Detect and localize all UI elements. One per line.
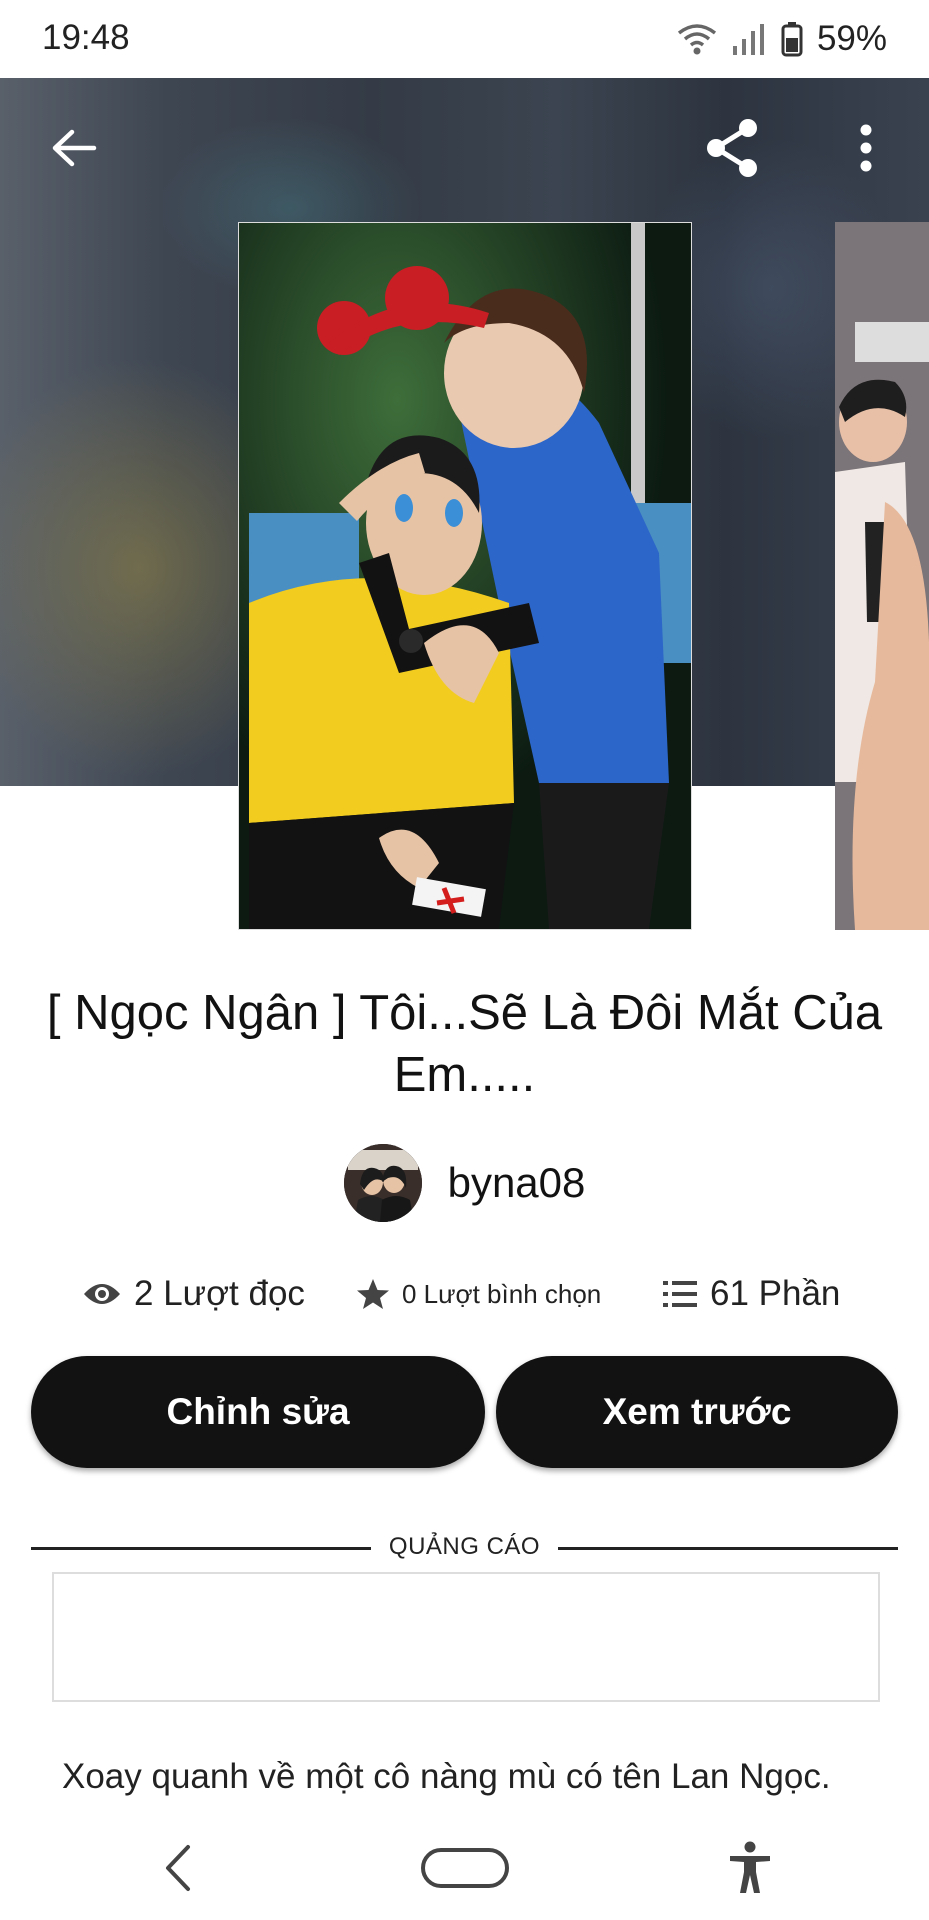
- arrow-left-icon: [52, 129, 97, 167]
- author-name[interactable]: byna08: [448, 1159, 586, 1207]
- ad-divider-right: [558, 1547, 898, 1550]
- story-description: Xoay quanh về một cô nàng mù có tên Lan …: [62, 1757, 831, 1796]
- share-icon: [707, 119, 757, 177]
- wifi-icon: [677, 24, 717, 55]
- star-icon: [357, 1279, 389, 1309]
- status-time: 19:48: [42, 18, 130, 57]
- battery-icon: [781, 22, 803, 57]
- author-row[interactable]: byna08: [0, 1143, 929, 1223]
- story-title: [ Ngọc Ngân ] Tôi...Sẽ Là Đôi Mắt Của Em…: [46, 986, 883, 1102]
- ad-slot[interactable]: [52, 1572, 880, 1702]
- parts-count: 61 Phần: [710, 1274, 841, 1313]
- story-cover[interactable]: [238, 222, 692, 930]
- next-story-cover[interactable]: [835, 222, 929, 930]
- cell-signal-icon: [732, 24, 764, 55]
- votes-stat: 0 Lượt bình chọn: [356, 1268, 601, 1320]
- next-cover-image: [835, 222, 929, 930]
- back-button[interactable]: [36, 110, 112, 186]
- nav-back-button[interactable]: [138, 1828, 218, 1908]
- system-nav-bar: [0, 1808, 929, 1920]
- status-icons: 59%: [677, 18, 887, 60]
- avatar[interactable]: [343, 1144, 422, 1222]
- accessibility-icon: [730, 1841, 770, 1893]
- battery-percent: 59%: [816, 19, 887, 58]
- cover-image: [239, 223, 691, 929]
- more-options-button[interactable]: [828, 110, 904, 186]
- votes-count: 0 Lượt bình chọn: [402, 1278, 602, 1309]
- eye-icon: [84, 1284, 120, 1304]
- home-pill-icon: [421, 1848, 509, 1888]
- back-nav-icon: [166, 1845, 190, 1891]
- list-icon: [663, 1281, 697, 1307]
- preview-button[interactable]: Xem trước: [496, 1356, 898, 1468]
- author-avatar-image: [343, 1144, 422, 1222]
- share-button[interactable]: [694, 110, 770, 186]
- reads-stat: 2 Lượt đọc: [82, 1268, 305, 1320]
- story-stats: 2 Lượt đọc 0 Lượt bình chọn 61 Phần: [0, 1268, 929, 1320]
- edit-button[interactable]: Chỉnh sửa: [31, 1356, 485, 1468]
- status-bar: 19:48 59%: [0, 0, 929, 78]
- parts-stat: 61 Phần: [662, 1268, 840, 1320]
- reads-count: 2 Lượt đọc: [134, 1274, 305, 1313]
- more-vertical-icon: [860, 124, 872, 172]
- nav-accessibility-button[interactable]: [710, 1828, 790, 1908]
- nav-home-button[interactable]: [414, 1828, 516, 1908]
